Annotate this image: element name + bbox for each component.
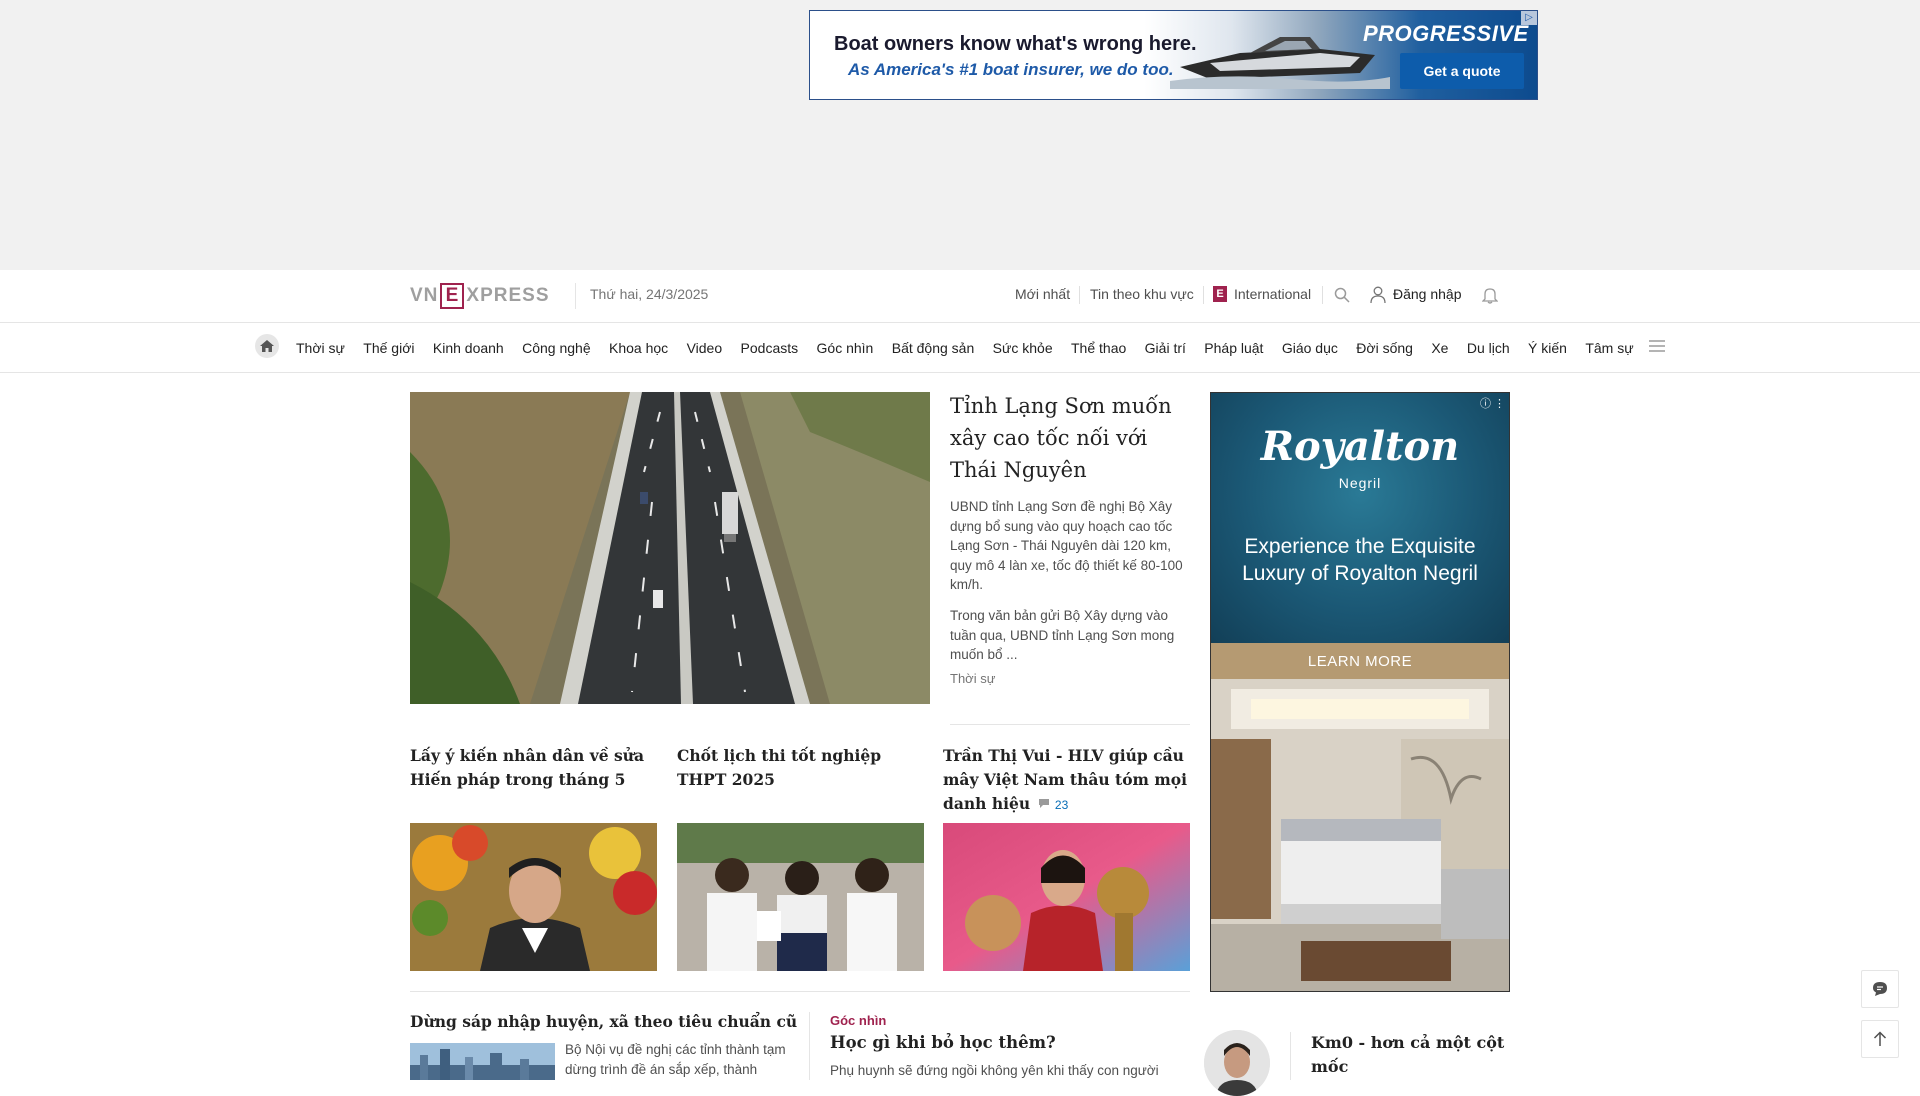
- ad-get-quote-button[interactable]: Get a quote: [1400, 53, 1524, 89]
- nav-item[interactable]: Podcasts: [741, 340, 799, 356]
- hotel-room-photo: [1211, 679, 1509, 991]
- ad-subline: As America's #1 boat insurer, we do too.: [848, 60, 1174, 79]
- header-link-divider: [1079, 286, 1080, 304]
- boat-image: [1170, 37, 1390, 89]
- politician-photo: [410, 823, 657, 971]
- scroll-to-top-button[interactable]: [1861, 1020, 1899, 1058]
- students-photo: [677, 823, 924, 971]
- feedback-button[interactable]: [1861, 970, 1899, 1008]
- section-divider: [410, 991, 1190, 992]
- nav-item[interactable]: Đời sống: [1356, 340, 1413, 356]
- city-skyline-photo: [410, 1043, 555, 1080]
- home-icon[interactable]: [255, 334, 279, 358]
- ad-brand-location: Negril: [1338, 475, 1382, 491]
- nav-item[interactable]: Khoa học: [609, 340, 668, 356]
- ad-brand-logo: PROGRESSIVE: [1363, 21, 1529, 46]
- nav-item[interactable]: Giáo dục: [1282, 340, 1338, 356]
- logo-e-box: E: [440, 283, 465, 309]
- ad-tagline: Experience the Exquisite Luxury of Royal…: [1242, 535, 1478, 585]
- featured-article-category[interactable]: Thời sự: [950, 671, 995, 686]
- author-avatar[interactable]: [1204, 1030, 1270, 1096]
- current-date: Thứ hai, 24/3/2025: [590, 286, 709, 302]
- site-header: [0, 270, 1920, 323]
- coach-photo: [943, 823, 1190, 971]
- featured-article-image[interactable]: [410, 392, 930, 704]
- nav-item[interactable]: Xe: [1431, 340, 1448, 356]
- header-link-divider: [1322, 286, 1323, 304]
- adchoices-icon[interactable]: ▷: [1521, 11, 1537, 25]
- bottom-article-title[interactable]: Dừng sáp nhập huyện, xã theo tiêu chuẩn …: [410, 1012, 797, 1031]
- nav-item[interactable]: Giải trí: [1145, 340, 1186, 356]
- comment-count[interactable]: 23: [1055, 798, 1068, 812]
- ad-info-icon[interactable]: ⓘ ⋮: [1480, 395, 1505, 411]
- featured-article-title[interactable]: Tỉnh Lạng Sơn muốn xây cao tốc nối với T…: [950, 390, 1195, 486]
- bottom-article-description: Phụ huynh sẽ đứng ngồi không yên khi thấ…: [830, 1063, 1159, 1078]
- nav-item[interactable]: Thể thao: [1071, 340, 1126, 356]
- login-link[interactable]: Đăng nhập: [1393, 286, 1462, 302]
- latest-news-link[interactable]: Mới nhất: [1015, 286, 1070, 302]
- search-icon[interactable]: [1334, 287, 1350, 303]
- bottom-divider: [809, 1012, 810, 1080]
- opinion-article-title[interactable]: Km0 - hơn cả một cột mốc: [1311, 1031, 1511, 1079]
- top-banner-ad[interactable]: Boat owners know what's wrong here. As A…: [809, 10, 1538, 100]
- nav-item[interactable]: Kinh doanh: [433, 340, 504, 356]
- international-link[interactable]: International: [1234, 286, 1311, 302]
- sub-article-title[interactable]: Trần Thị Vui - HLV giúp cầu mây Việt Nam…: [943, 744, 1190, 817]
- header-link-divider: [1203, 286, 1204, 304]
- nav-item[interactable]: Du lịch: [1467, 340, 1510, 356]
- sub-article-image[interactable]: [677, 823, 924, 971]
- nav-item[interactable]: Thời sự: [296, 340, 345, 356]
- bottom-article-image[interactable]: [410, 1043, 555, 1080]
- ad-headline: Boat owners know what's wrong here.: [834, 33, 1197, 55]
- sub-article-image[interactable]: [943, 823, 1190, 971]
- arrow-up-icon: [1873, 1031, 1887, 1046]
- nav-item[interactable]: Sức khỏe: [993, 340, 1053, 356]
- chat-bubble-icon: [1873, 982, 1887, 996]
- section-divider: [950, 724, 1190, 725]
- bottom-article-description: Bộ Nội vụ đề nghị các tỉnh thành tạm dừn…: [565, 1042, 786, 1077]
- highway-photo: [410, 392, 930, 704]
- regional-news-link[interactable]: Tin theo khu vực: [1090, 286, 1194, 302]
- house-shape-icon: [260, 340, 274, 352]
- nav-item[interactable]: Góc nhìn: [817, 340, 874, 356]
- bell-icon[interactable]: [1482, 286, 1498, 304]
- user-icon[interactable]: [1370, 286, 1386, 304]
- ad-learn-more-button[interactable]: LEARN MORE: [1211, 643, 1509, 679]
- header-divider: [575, 283, 576, 309]
- logo-text-xpress: XPRESS: [466, 285, 550, 306]
- international-icon: E: [1213, 286, 1227, 302]
- opinion-divider: [1290, 1032, 1291, 1080]
- sub-article-image[interactable]: [410, 823, 657, 971]
- nav-item[interactable]: Video: [687, 340, 723, 356]
- nav-item[interactable]: Bất động sản: [892, 340, 975, 356]
- sub-article-title[interactable]: Chốt lịch thi tốt nghiệp THPT 2025: [677, 744, 924, 792]
- nav-items: Thời sự Thế giới Kinh doanh Công nghệ Khoa h…: [296, 323, 1652, 372]
- sub-article-title[interactable]: Lấy ý kiến nhân dân về sửa Hiến pháp tro…: [410, 744, 657, 792]
- nav-item[interactable]: Tâm sự: [1585, 340, 1633, 356]
- hamburger-menu-icon[interactable]: [1648, 339, 1666, 353]
- sidebar-ad[interactable]: Royalton Negril Experience the Exquisite…: [1210, 392, 1510, 992]
- vnexpress-logo[interactable]: VN E XPRESS: [410, 281, 562, 311]
- comment-icon: [1038, 799, 1049, 808]
- nav-item[interactable]: Công nghệ: [522, 340, 591, 356]
- nav-item[interactable]: Pháp luật: [1204, 340, 1263, 356]
- nav-item[interactable]: Thế giới: [363, 340, 414, 356]
- opinion-section-label[interactable]: Góc nhìn: [830, 1013, 886, 1028]
- author-portrait: [1204, 1030, 1270, 1096]
- nav-item[interactable]: Ý kiến: [1528, 340, 1567, 356]
- logo-text-vn: VN: [410, 285, 439, 306]
- featured-article-excerpt: Trong văn bản gửi Bộ Xây dựng vào tuần q…: [950, 608, 1175, 662]
- ad-brand-logo: Royalton: [1260, 423, 1460, 470]
- featured-article-description: UBND tỉnh Lạng Sơn đề nghị Bộ Xây dựng b…: [950, 499, 1183, 592]
- bottom-article-title[interactable]: Học gì khi bỏ học thêm?: [830, 1033, 1056, 1052]
